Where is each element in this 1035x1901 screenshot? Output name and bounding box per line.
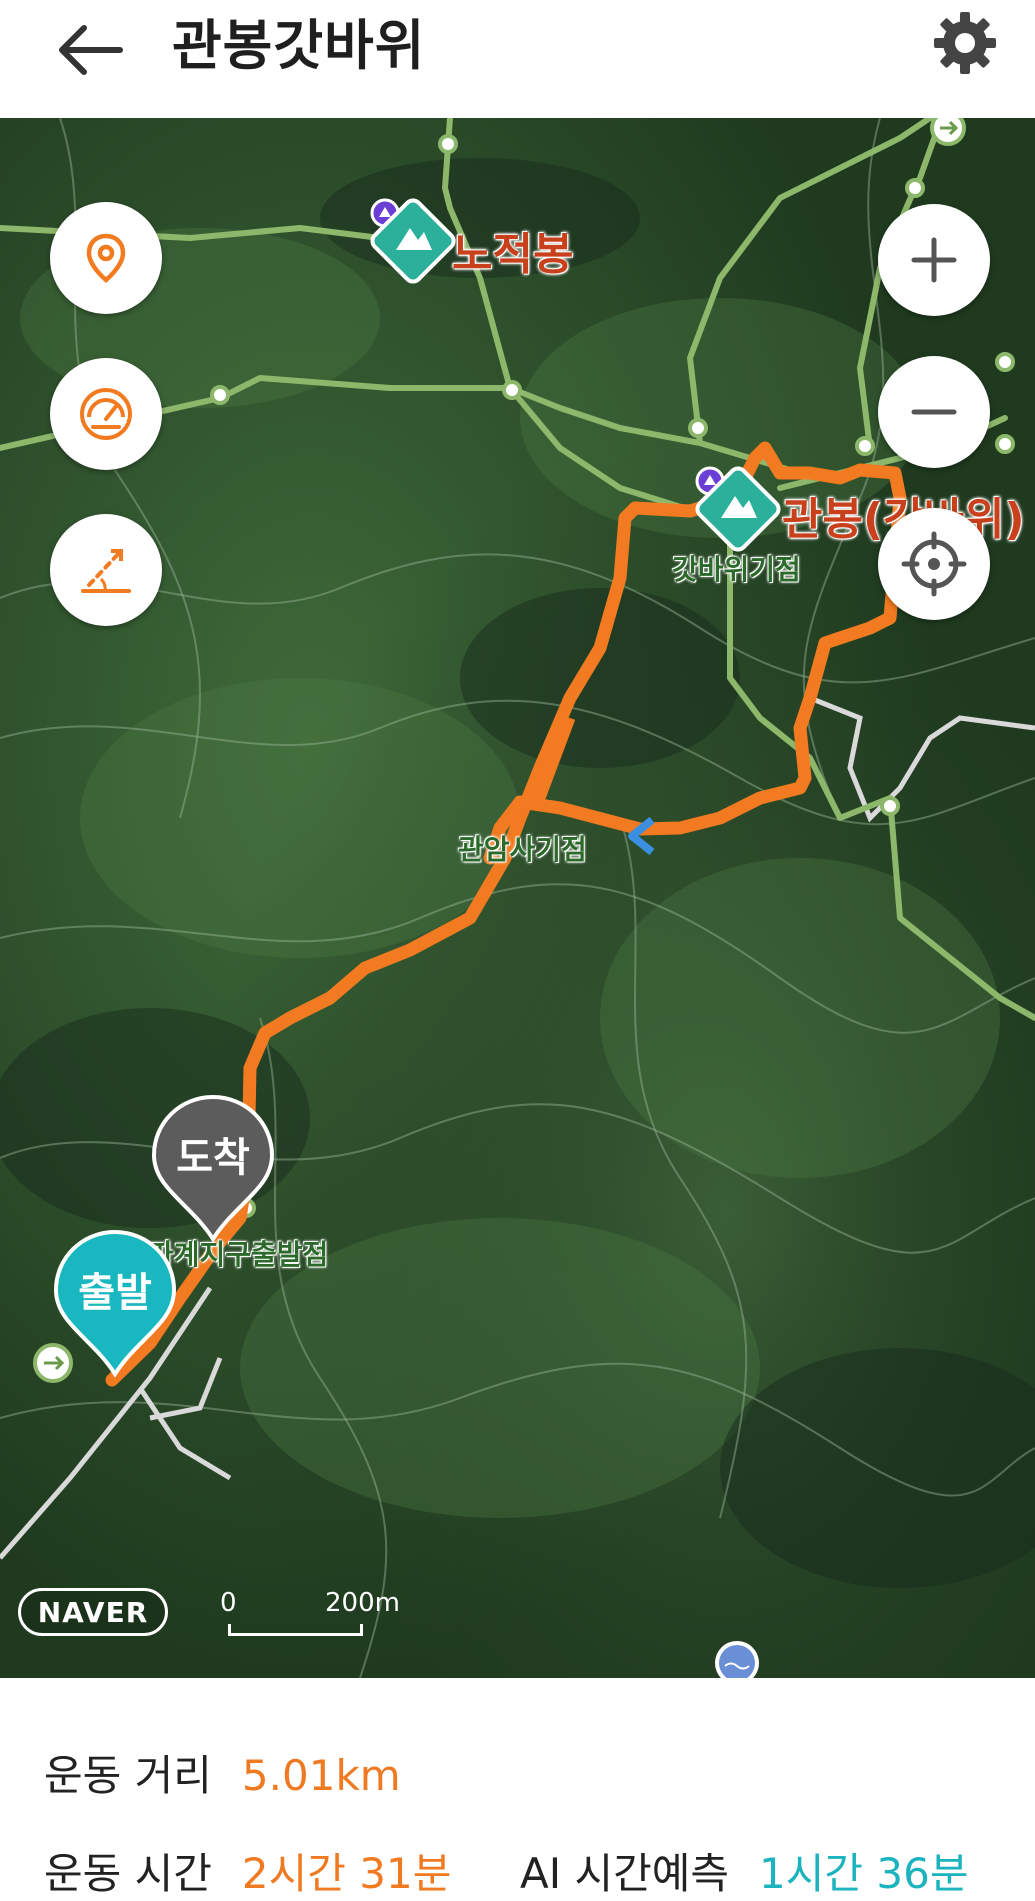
elevation-button[interactable]: [50, 514, 162, 626]
zoom-out-button[interactable]: [878, 356, 990, 468]
distance-label: 운동 거리: [44, 1751, 212, 1800]
map-canvas: [0, 118, 1035, 1678]
end-marker-label: 도착: [176, 1135, 250, 1181]
arrow-left-icon[interactable]: [50, 10, 130, 90]
distance-value: 5.01km: [241, 1751, 401, 1800]
map-provider-logo: NAVER: [18, 1588, 168, 1636]
start-marker[interactable]: 출발: [52, 1228, 178, 1378]
my-location-icon: [901, 531, 967, 597]
zoom-out-icon: [911, 409, 957, 415]
time-value: 2시간 31분: [241, 1849, 452, 1898]
speedometer-button[interactable]: [50, 358, 162, 470]
waypoint-label-gwanamsa: 관암사기점: [458, 833, 587, 866]
scale-end: 200m: [325, 1588, 400, 1618]
zoom-in-button[interactable]: [878, 204, 990, 316]
ai-time-value: 1시간 36분: [759, 1849, 969, 1898]
time-label: 운동 시간: [44, 1849, 212, 1898]
location-pin-button[interactable]: [50, 202, 162, 314]
page-title: 관봉갓바위: [172, 14, 426, 77]
app-header: 관봉갓바위: [0, 0, 1035, 118]
my-location-button[interactable]: [878, 508, 990, 620]
scale-bar: [228, 1624, 363, 1636]
elevation-icon: [81, 549, 131, 593]
stats-panel: 운동 거리 5.01km 운동 시간 2시간 31분 AI 시간예측 1시간 36분: [0, 1680, 1035, 1898]
peak-label-nojeokbong[interactable]: 노적봉: [452, 218, 573, 282]
distance-stat: 운동 거리 5.01km: [44, 1742, 401, 1803]
ai-time-stat: AI 시간예측 1시간 36분: [520, 1840, 968, 1901]
gear-icon[interactable]: [930, 8, 1000, 78]
location-pin-icon: [86, 233, 126, 283]
zoom-in-icon: [911, 237, 957, 283]
end-marker[interactable]: 도착: [150, 1093, 276, 1243]
time-stat: 운동 시간 2시간 31분: [44, 1840, 451, 1901]
start-marker-label: 출발: [78, 1270, 152, 1316]
speedometer-icon: [80, 388, 132, 440]
scale-start: 0: [220, 1588, 237, 1618]
trail-map[interactable]: 노적봉 관봉(갓바위) 갓바위기점 관암사기점 파계지구출발점 도착 출발: [0, 118, 1035, 1678]
map-scale: 0 200m: [220, 1588, 400, 1648]
ai-time-label: AI 시간예측: [520, 1849, 730, 1898]
waypoint-label-gatbawi: 갓바위기점: [672, 553, 801, 586]
